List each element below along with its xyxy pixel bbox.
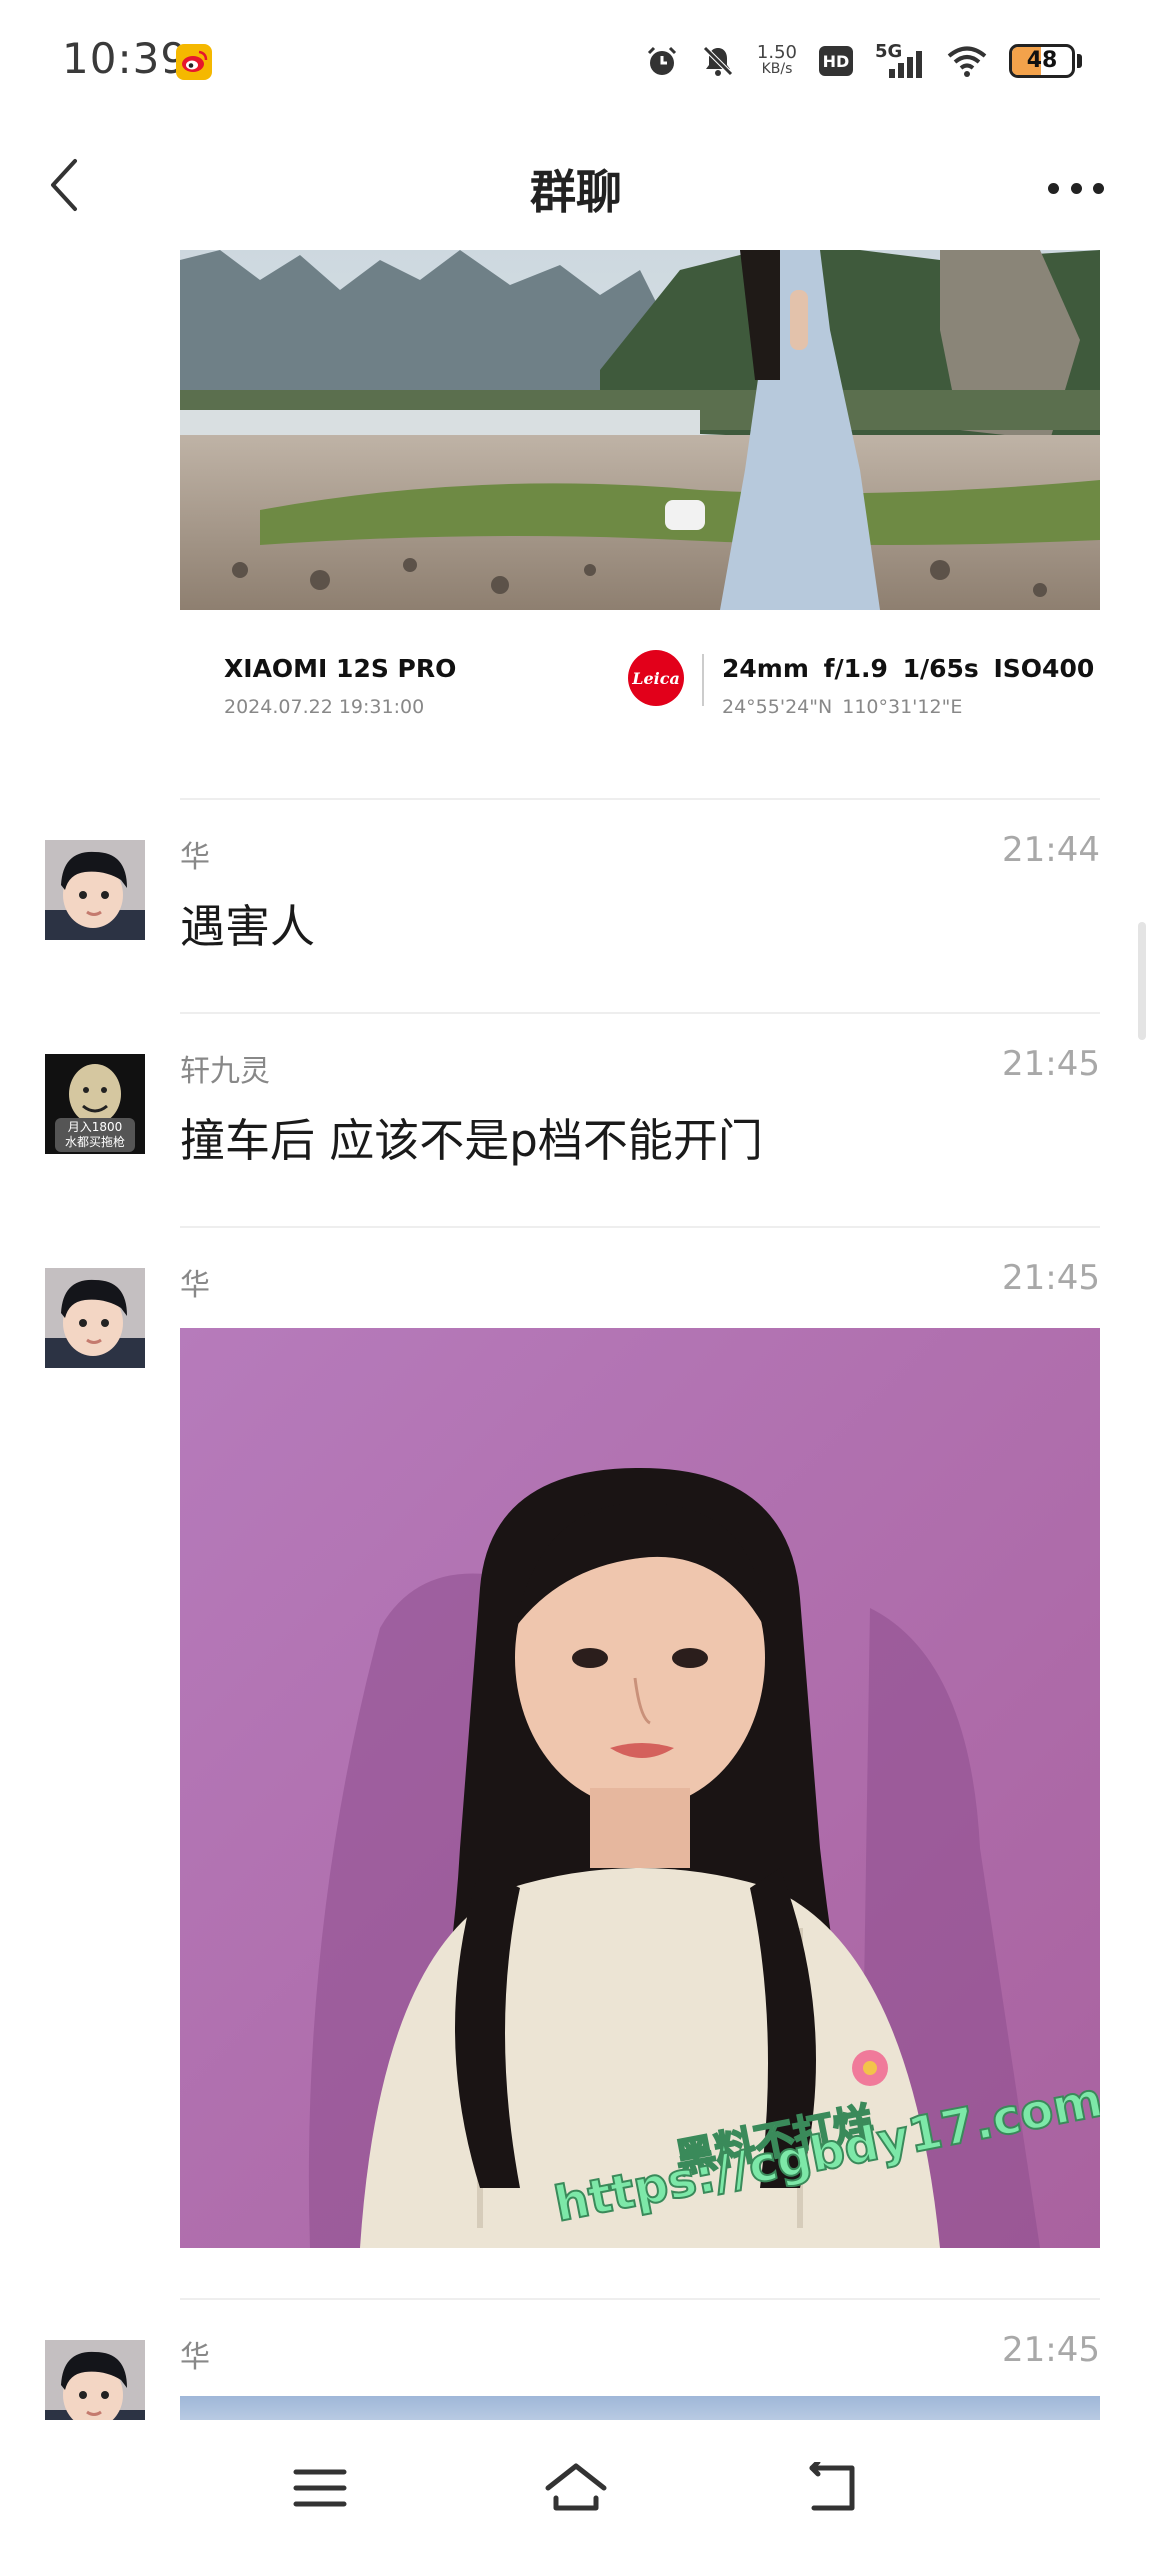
chat-message-list[interactable]: XIAOMI 12S PRO 2024.07.22 19:31:00 Leica… <box>0 250 1152 2420</box>
exif-model: XIAOMI 12S PRO <box>224 654 457 683</box>
status-time: 10:39 <box>62 34 189 83</box>
status-bar: 10:39 1.50 KB/s HD 5G 48 <box>0 0 1152 120</box>
home-button[interactable] <box>526 2448 626 2528</box>
hd-badge: HD <box>819 46 853 76</box>
message-divider <box>180 798 1100 800</box>
net-speed: 1.50 KB/s <box>756 42 797 78</box>
wifi-icon <box>947 46 987 77</box>
sender-name: 华 <box>180 2340 210 2375</box>
photo-exif-frame: XIAOMI 12S PRO 2024.07.22 19:31:00 Leica… <box>180 610 1100 740</box>
battery-percent: 48 <box>1026 48 1058 73</box>
avatar[interactable] <box>45 840 145 940</box>
battery-icon: 48 <box>1009 44 1075 78</box>
signal-icon: 5G <box>875 41 925 79</box>
avatar-caption: 月入1800 水都买拖枪 <box>64 1120 125 1149</box>
avatar[interactable] <box>45 2340 145 2420</box>
back-icon <box>809 2462 855 2511</box>
sender-name: 轩九灵 <box>180 1054 270 1089</box>
alarm-icon <box>647 46 676 75</box>
message-time: 21:45 <box>1002 1258 1100 1298</box>
leica-logo: Leica <box>628 650 684 706</box>
exif-date: 2024.07.22 19:31:00 <box>224 696 425 718</box>
home-icon <box>545 2463 607 2511</box>
mute-icon <box>703 46 733 76</box>
scrollbar[interactable] <box>1138 922 1146 1040</box>
message-image[interactable]: 黑料不打烊 https://cgbdy17.com <box>180 1328 1100 2248</box>
message-time: 21:45 <box>1002 2330 1100 2370</box>
exif-params: 24mm f/1.9 1/65s ISO400 <box>722 654 1095 683</box>
weibo-icon <box>176 44 212 80</box>
message-time: 21:45 <box>1002 1044 1100 1084</box>
sender-name: 华 <box>180 840 210 875</box>
message-divider <box>180 1226 1100 1228</box>
back-nav-button[interactable] <box>782 2448 882 2528</box>
avatar[interactable] <box>45 1268 145 1368</box>
menu-button[interactable] <box>270 2448 370 2528</box>
message-divider <box>180 2298 1100 2300</box>
message-text[interactable]: 遇害人 <box>180 890 315 955</box>
status-icons: 1.50 KB/s HD 5G 48 <box>645 38 1082 84</box>
message-image[interactable] <box>180 250 1100 610</box>
message-time: 21:44 <box>1002 830 1100 870</box>
sender-name: 华 <box>180 1268 210 1303</box>
page-title: 群聊 <box>530 165 622 219</box>
avatar[interactable]: 月入1800 水都买拖枪 <box>45 1054 145 1154</box>
message-text[interactable]: 撞车后 应该不是p档不能开门 <box>180 1104 763 1169</box>
message-divider <box>180 1012 1100 1014</box>
more-dots-icon <box>1048 182 1059 194</box>
net-speed-unit: KB/s <box>761 61 793 77</box>
message-image[interactable] <box>180 2396 1100 2420</box>
exif-gps: 24°55'24"N 110°31'12"E <box>722 696 963 718</box>
net-speed-value: 1.50 <box>756 42 797 63</box>
menu-icon <box>293 2469 347 2507</box>
system-nav-bar <box>0 2420 1152 2560</box>
chat-header: 群聊 <box>0 120 1152 250</box>
more-button[interactable] <box>1040 160 1112 216</box>
exif-divider <box>702 654 704 706</box>
